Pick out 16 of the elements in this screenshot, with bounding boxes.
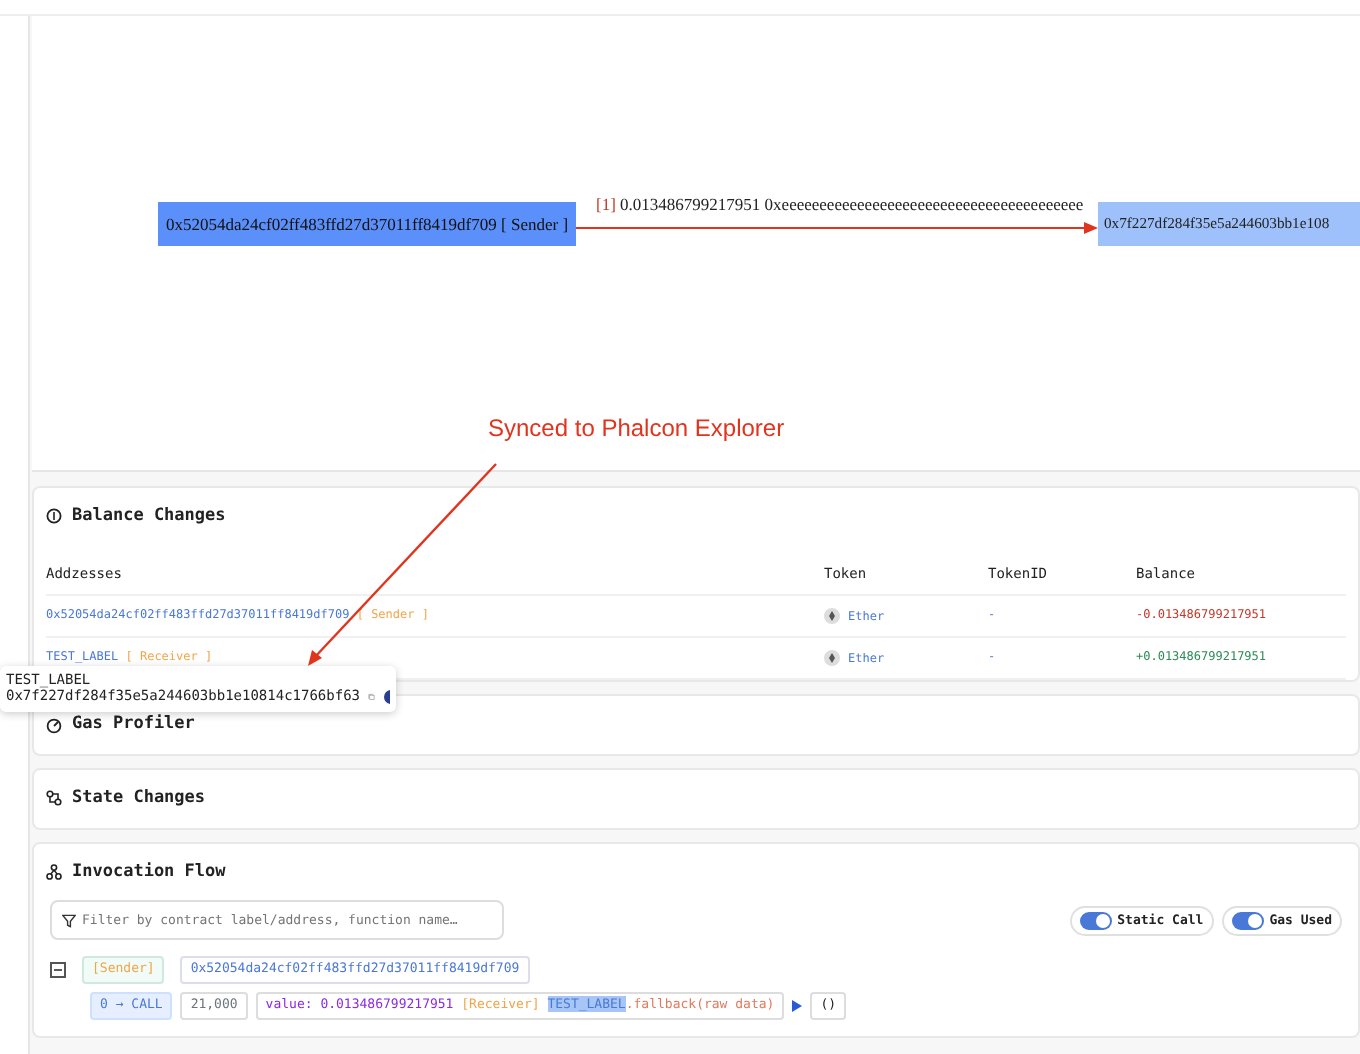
section-title[interactable]: State Changes (72, 785, 206, 812)
swap-icon (46, 790, 62, 807)
edge-label: [1] 0.013486799217951 0xeeeeeeeeeeeeeeeeeeeeeeeeeeeeeeeeeeeeeeee (596, 192, 1084, 218)
annotation-text: Synced to Phalcon Explorer (488, 412, 785, 446)
collapse-button[interactable] (50, 962, 66, 979)
ether-icon (824, 650, 840, 667)
section-title: Balance Changes (72, 504, 226, 530)
sender-node: 0x52054da24cf02ff483ffd27d37011ff8419df709 [ Sender ] (158, 202, 576, 246)
flow-icon (46, 864, 62, 881)
section-title: Invocation Flow (72, 859, 226, 885)
section-title[interactable]: Gas Profiler (72, 712, 195, 738)
coin-icon (46, 508, 62, 525)
play-icon[interactable] (792, 1000, 803, 1013)
minus-icon (52, 964, 64, 977)
ether-icon (824, 608, 840, 625)
gauge-icon (46, 717, 62, 734)
